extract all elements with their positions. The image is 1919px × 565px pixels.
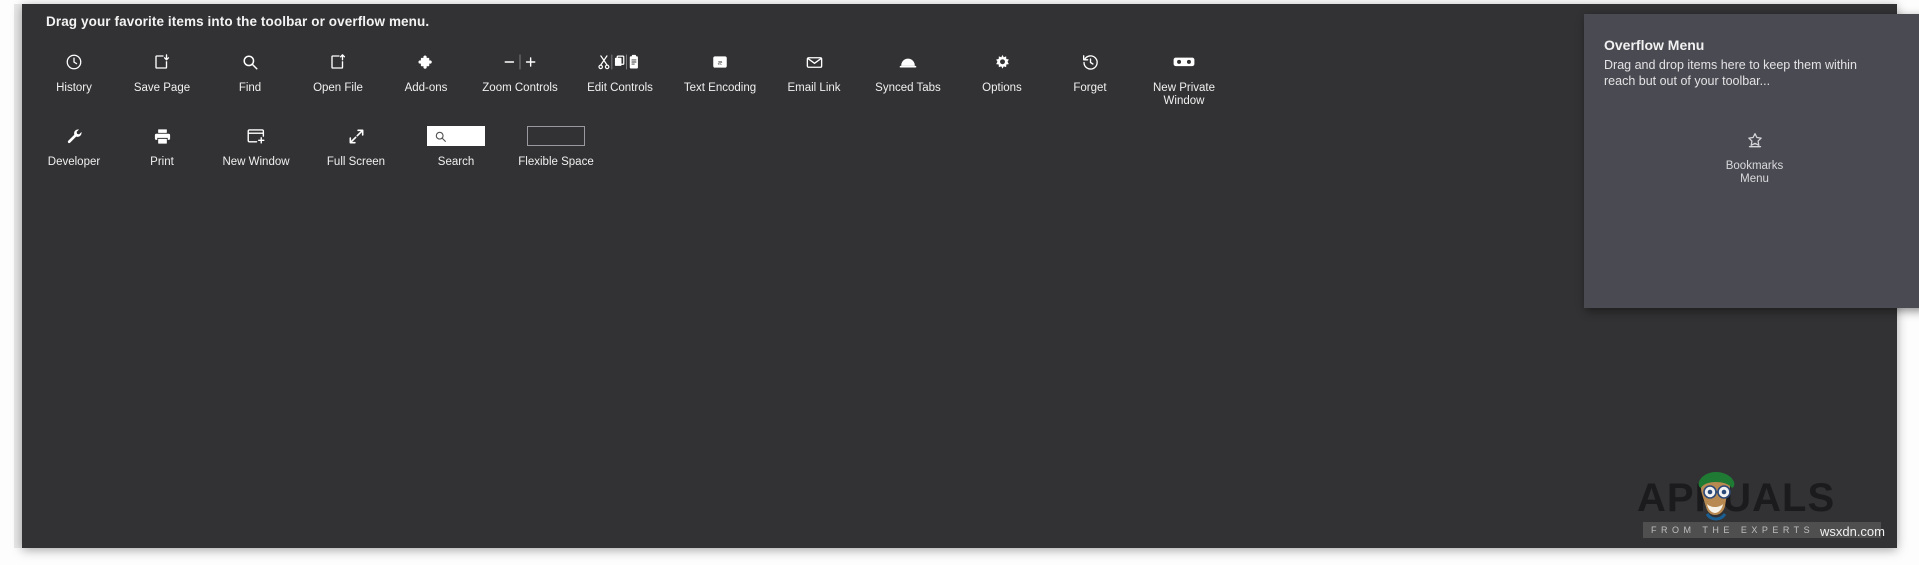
synced-tabs-icon — [897, 48, 919, 76]
toolbar-items-row-2: Developer Print New Window Full Screen S… — [30, 114, 1330, 188]
open-file-icon — [329, 48, 347, 76]
search-field-widget[interactable] — [427, 122, 485, 150]
flexible-space-widget[interactable] — [527, 122, 585, 150]
clock-icon — [65, 48, 83, 76]
panel-left-edge — [14, 4, 22, 548]
tool-item-label: Text Encoding — [683, 82, 757, 94]
tool-item-label: Save Page — [133, 82, 191, 94]
tool-item-edit-controls[interactable]: Edit Controls — [570, 40, 670, 114]
watermark-site: wsxdn.com — [1819, 524, 1885, 539]
svg-text:æ: æ — [718, 59, 723, 67]
search-input[interactable] — [427, 126, 485, 146]
tool-item-search[interactable]: Search — [406, 114, 506, 188]
search-icon — [435, 131, 446, 142]
tool-item-label: Forget — [1073, 82, 1107, 94]
tool-item-label: Developer — [47, 156, 101, 168]
tool-item-add-ons[interactable]: Add-ons — [382, 40, 470, 114]
tool-item-zoom-controls[interactable]: Zoom Controls — [470, 40, 570, 114]
tool-item-flexible-space[interactable]: Flexible Space — [506, 114, 606, 188]
overflow-menu-description: Drag and drop items here to keep them wi… — [1604, 58, 1857, 88]
overflow-menu-title: Overflow Menu — [1604, 37, 1705, 53]
tool-item-email-link[interactable]: Email Link — [770, 40, 858, 114]
new-window-icon — [246, 122, 266, 150]
tool-item-options[interactable]: Options — [958, 40, 1046, 114]
overflow-menu-panel[interactable]: Overflow Menu Drag and drop items here t… — [1584, 14, 1919, 308]
tool-item-label: History — [56, 82, 92, 94]
tool-item-label: New Window — [222, 156, 290, 168]
mask-icon — [1171, 48, 1197, 76]
overflow-item-label: Bookmarks Menu — [1725, 160, 1784, 185]
bookmarks-menu-icon — [1745, 129, 1765, 153]
watermark-brand: APPUALS — [1637, 476, 1836, 520]
tool-item-find[interactable]: Find — [206, 40, 294, 114]
tool-item-label: Email Link — [787, 82, 841, 94]
text-encoding-icon: æ — [711, 48, 729, 76]
tool-item-new-private-window[interactable]: New Private Window — [1134, 40, 1234, 114]
search-icon — [241, 48, 259, 76]
overflow-item-bookmarks-menu[interactable]: Bookmarks Menu — [1709, 129, 1801, 186]
tool-item-text-encoding[interactable]: æ Text Encoding — [670, 40, 770, 114]
tool-item-label: Find — [238, 82, 262, 94]
tool-item-label: Full Screen — [326, 156, 386, 168]
tool-item-label: Add-ons — [404, 82, 448, 94]
tool-item-synced-tabs[interactable]: Synced Tabs — [858, 40, 958, 114]
tool-item-label: Synced Tabs — [875, 82, 941, 94]
watermark-mascot-icon — [1698, 472, 1735, 521]
tool-item-new-window[interactable]: New Window — [206, 114, 306, 188]
zoom-minus-plus-icon — [502, 48, 538, 76]
gear-icon — [993, 48, 1012, 76]
envelope-icon — [805, 48, 824, 76]
page-title: Drag your favorite items into the toolba… — [46, 14, 430, 29]
wrench-icon — [65, 122, 84, 150]
tool-item-label: Print — [150, 156, 174, 168]
tool-item-label: Flexible Space — [518, 156, 594, 168]
draggable-items-area: History Save Page Find Open File Add-ons… — [30, 40, 1330, 188]
tool-item-forget[interactable]: Forget — [1046, 40, 1134, 114]
overflow-menu-items: Bookmarks Menu — [1584, 129, 1919, 186]
tool-item-label: Search — [437, 156, 475, 168]
tool-item-save-page[interactable]: Save Page — [118, 40, 206, 114]
tool-item-history[interactable]: History — [30, 40, 118, 114]
toolbar-items-row-1: History Save Page Find Open File Add-ons… — [30, 40, 1330, 114]
puzzle-piece-icon — [417, 48, 436, 76]
tool-item-print[interactable]: Print — [118, 114, 206, 188]
cut-copy-paste-icon — [598, 48, 642, 76]
tool-item-label: Edit Controls — [587, 82, 653, 94]
tool-item-label: Open File — [313, 82, 363, 94]
customize-toolbar-panel: Drag your favorite items into the toolba… — [22, 4, 1919, 548]
tool-item-label: Zoom Controls — [482, 82, 558, 94]
tool-item-label: Options — [982, 82, 1022, 94]
tool-item-developer[interactable]: Developer — [30, 114, 118, 188]
watermark: APPUALS FROM THE EXPERTS wsxdn.com — [1637, 470, 1887, 544]
tool-item-full-screen[interactable]: Full Screen — [306, 114, 406, 188]
flexible-space-box — [527, 126, 585, 146]
tool-item-open-file[interactable]: Open File — [294, 40, 382, 114]
printer-icon — [153, 122, 172, 150]
watermark-tagline: FROM THE EXPERTS — [1643, 522, 1881, 538]
forget-history-icon — [1081, 48, 1100, 76]
screen-root: Drag your favorite items into the toolba… — [0, 0, 1919, 565]
fullscreen-arrows-icon — [347, 122, 366, 150]
tool-item-label: New Private Window — [1153, 82, 1215, 107]
save-page-icon — [153, 48, 171, 76]
